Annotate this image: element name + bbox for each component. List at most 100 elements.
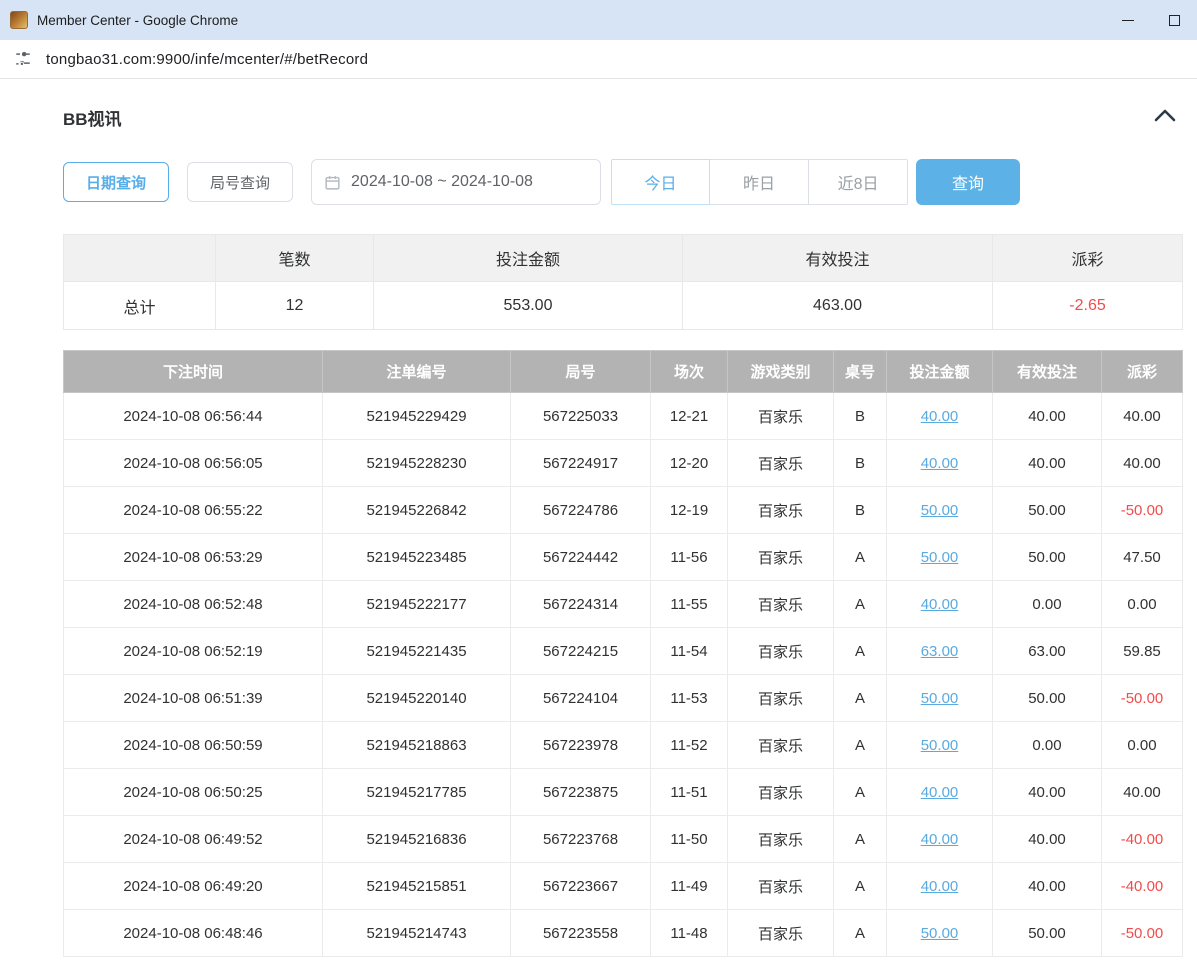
game-type-cell: 百家乐: [728, 393, 834, 440]
bet-amount-cell: 40.00: [887, 581, 993, 628]
bet-amount-cell: 50.00: [887, 534, 993, 581]
summary-header-valid-bet: 有效投注: [683, 235, 993, 282]
table-header-row: 下注时间 注单编号 局号 场次 游戏类别 桌号 投注金额 有效投注 派彩: [64, 351, 1183, 393]
summary-total-label: 总计: [64, 282, 216, 330]
round-id-cell: 567224215: [511, 628, 651, 675]
bet-time-cell: 2024-10-08 06:56:05: [64, 440, 323, 487]
valid-bet-cell: 50.00: [993, 910, 1102, 957]
bet-id-cell: 521945229429: [323, 393, 511, 440]
bet-amount-link[interactable]: 50.00: [921, 502, 959, 519]
maximize-button[interactable]: [1151, 0, 1197, 40]
valid-bet-cell: 40.00: [993, 816, 1102, 863]
session-cell: 11-50: [651, 816, 728, 863]
bet-amount-link[interactable]: 40.00: [921, 878, 959, 895]
window-favicon-icon: [10, 11, 28, 29]
payout-cell: 40.00: [1102, 393, 1183, 440]
bet-amount-cell: 40.00: [887, 816, 993, 863]
summary-table: 笔数 投注金额 有效投注 派彩 总计 12 553.00 463.00 -2.6…: [63, 234, 1183, 330]
window-title: Member Center - Google Chrome: [37, 13, 238, 28]
header-round-id: 局号: [511, 351, 651, 393]
table-row: 2024-10-08 06:52:48521945222177567224314…: [64, 581, 1183, 628]
round-id-cell: 567224104: [511, 675, 651, 722]
table-row: 2024-10-08 06:55:22521945226842567224786…: [64, 487, 1183, 534]
round-id-cell: 567224314: [511, 581, 651, 628]
bet-amount-link[interactable]: 40.00: [921, 831, 959, 848]
payout-cell: 59.85: [1102, 628, 1183, 675]
table-code-cell: A: [834, 816, 887, 863]
round-id-cell: 567223667: [511, 863, 651, 910]
header-game-type: 游戏类别: [728, 351, 834, 393]
bet-amount-link[interactable]: 50.00: [921, 690, 959, 707]
date-query-tab[interactable]: 日期查询: [63, 162, 169, 202]
round-id-cell: 567223558: [511, 910, 651, 957]
bet-amount-link[interactable]: 50.00: [921, 925, 959, 942]
bet-id-cell: 521945218863: [323, 722, 511, 769]
valid-bet-cell: 63.00: [993, 628, 1102, 675]
bet-time-cell: 2024-10-08 06:49:52: [64, 816, 323, 863]
bet-amount-link[interactable]: 40.00: [921, 408, 959, 425]
table-body: 2024-10-08 06:56:44521945229429567225033…: [64, 393, 1183, 957]
session-cell: 11-48: [651, 910, 728, 957]
game-type-cell: 百家乐: [728, 581, 834, 628]
game-type-cell: 百家乐: [728, 863, 834, 910]
header-table-code: 桌号: [834, 351, 887, 393]
search-button[interactable]: 查询: [916, 159, 1020, 205]
game-type-cell: 百家乐: [728, 675, 834, 722]
bet-time-cell: 2024-10-08 06:48:46: [64, 910, 323, 957]
header-bet-time: 下注时间: [64, 351, 323, 393]
bet-amount-link[interactable]: 50.00: [921, 549, 959, 566]
valid-bet-cell: 40.00: [993, 440, 1102, 487]
game-type-cell: 百家乐: [728, 440, 834, 487]
game-type-cell: 百家乐: [728, 816, 834, 863]
table-code-cell: A: [834, 628, 887, 675]
minimize-button[interactable]: [1105, 0, 1151, 40]
bet-amount-cell: 50.00: [887, 722, 993, 769]
table-code-cell: A: [834, 769, 887, 816]
valid-bet-cell: 40.00: [993, 393, 1102, 440]
bet-amount-link[interactable]: 40.00: [921, 784, 959, 801]
bet-amount-cell: 40.00: [887, 769, 993, 816]
bet-amount-link[interactable]: 40.00: [921, 455, 959, 472]
header-valid-bet: 有效投注: [993, 351, 1102, 393]
url-text[interactable]: tongbao31.com:9900/infe/mcenter/#/betRec…: [46, 51, 368, 68]
site-settings-icon[interactable]: [14, 50, 32, 68]
bet-time-cell: 2024-10-08 06:53:29: [64, 534, 323, 581]
table-code-cell: B: [834, 487, 887, 534]
bet-time-cell: 2024-10-08 06:56:44: [64, 393, 323, 440]
bet-id-cell: 521945221435: [323, 628, 511, 675]
table-code-cell: A: [834, 722, 887, 769]
summary-header-row: 笔数 投注金额 有效投注 派彩: [64, 235, 1183, 282]
session-cell: 11-56: [651, 534, 728, 581]
payout-cell: -40.00: [1102, 816, 1183, 863]
payout-cell: -50.00: [1102, 675, 1183, 722]
minimize-icon: [1122, 20, 1134, 21]
bet-time-cell: 2024-10-08 06:50:25: [64, 769, 323, 816]
bet-amount-cell: 63.00: [887, 628, 993, 675]
table-row: 2024-10-08 06:51:39521945220140567224104…: [64, 675, 1183, 722]
bet-time-cell: 2024-10-08 06:50:59: [64, 722, 323, 769]
today-button[interactable]: 今日: [611, 159, 710, 205]
summary-header-payout: 派彩: [993, 235, 1183, 282]
table-row: 2024-10-08 06:48:46521945214743567223558…: [64, 910, 1183, 957]
round-query-tab[interactable]: 局号查询: [187, 162, 293, 202]
bet-id-cell: 521945215851: [323, 863, 511, 910]
bet-amount-link[interactable]: 50.00: [921, 737, 959, 754]
game-type-cell: 百家乐: [728, 910, 834, 957]
window-controls: [1105, 0, 1197, 40]
collapse-section-button[interactable]: [1148, 106, 1182, 129]
bet-amount-cell: 40.00: [887, 863, 993, 910]
bet-amount-link[interactable]: 63.00: [921, 643, 959, 660]
bet-time-cell: 2024-10-08 06:55:22: [64, 487, 323, 534]
bet-amount-cell: 40.00: [887, 393, 993, 440]
valid-bet-cell: 50.00: [993, 534, 1102, 581]
bet-amount-link[interactable]: 40.00: [921, 596, 959, 613]
summary-header-bet-amount: 投注金额: [374, 235, 683, 282]
bet-time-cell: 2024-10-08 06:51:39: [64, 675, 323, 722]
payout-cell: 0.00: [1102, 581, 1183, 628]
bet-time-cell: 2024-10-08 06:52:48: [64, 581, 323, 628]
url-bar[interactable]: tongbao31.com:9900/infe/mcenter/#/betRec…: [0, 40, 1197, 79]
last8days-button[interactable]: 近8日: [809, 159, 908, 205]
yesterday-button[interactable]: 昨日: [710, 159, 809, 205]
date-range-input[interactable]: 2024-10-08 ~ 2024-10-08: [311, 159, 601, 205]
round-id-cell: 567223875: [511, 769, 651, 816]
